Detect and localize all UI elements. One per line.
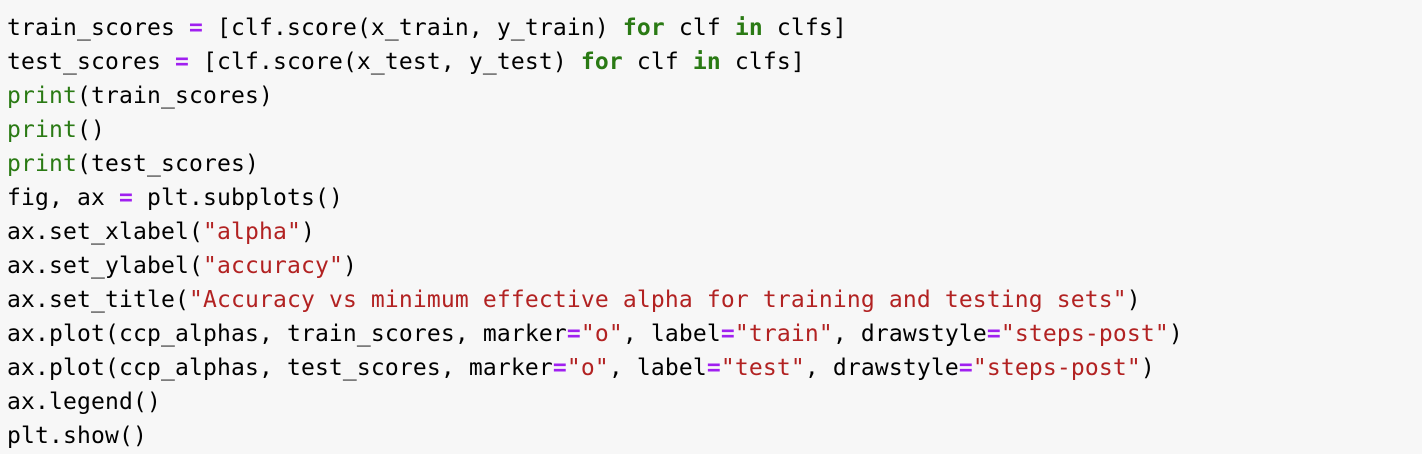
code-token: train_scores: [7, 15, 189, 41]
code-line: print(test_scores): [7, 147, 1422, 181]
code-token: plt.show(): [7, 423, 147, 449]
string-token: "steps-post": [972, 355, 1141, 381]
code-token: , label: [608, 355, 707, 381]
operator-token: =: [188, 15, 203, 41]
code-token: (train_scores): [77, 83, 273, 109]
code-cell[interactable]: train_scores = [clf.score(x_train, y_tra…: [0, 0, 1422, 454]
string-token: "o": [580, 321, 623, 347]
code-token: ): [300, 219, 315, 245]
code-token: [clf.score(x_train, y_train): [202, 15, 623, 41]
code-token: ax.legend(): [7, 389, 161, 415]
string-token: "accuracy": [202, 253, 343, 279]
code-line: plt.show(): [7, 419, 1422, 453]
code-token: ): [1168, 321, 1183, 347]
operator-token: =: [174, 49, 189, 75]
code-line: ax.plot(ccp_alphas, test_scores, marker=…: [7, 351, 1422, 385]
operator-token: =: [958, 355, 973, 381]
operator-token: =: [720, 321, 735, 347]
code-token: ax.set_xlabel(: [7, 219, 203, 245]
code-token: ): [342, 253, 357, 279]
code-token: , drawstyle: [832, 321, 987, 347]
code-token: , drawstyle: [804, 355, 959, 381]
code-token: ax.plot(ccp_alphas, test_scores, marker: [7, 355, 553, 381]
string-token: "Accuracy vs minimum effective alpha for…: [188, 287, 1127, 313]
code-line: train_scores = [clf.score(x_train, y_tra…: [7, 11, 1422, 45]
code-line: ax.plot(ccp_alphas, train_scores, marker…: [7, 317, 1422, 351]
keyword-token: in: [734, 15, 763, 41]
code-token: ): [1140, 355, 1155, 381]
code-line: ax.set_title("Accuracy vs minimum effect…: [7, 283, 1422, 317]
code-token: clfs]: [720, 49, 805, 75]
code-token: clf: [622, 49, 693, 75]
code-token: , label: [622, 321, 721, 347]
operator-token: =: [118, 185, 133, 211]
string-token: "train": [734, 321, 833, 347]
builtin-token: print: [7, 117, 77, 143]
code-line: ax.set_xlabel("alpha"): [7, 215, 1422, 249]
operator-token: =: [552, 355, 567, 381]
code-token: test_scores: [7, 49, 175, 75]
code-token: clf: [664, 15, 735, 41]
code-line: print(train_scores): [7, 79, 1422, 113]
code-token: plt.subplots(): [132, 185, 343, 211]
keyword-token: for: [580, 49, 623, 75]
string-token: "steps-post": [1000, 321, 1169, 347]
code-token: fig, ax: [7, 185, 119, 211]
code-line: ax.legend(): [7, 385, 1422, 419]
code-token: (): [77, 117, 105, 143]
code-line: ax.set_ylabel("accuracy"): [7, 249, 1422, 283]
code-line: print(): [7, 113, 1422, 147]
keyword-token: in: [692, 49, 721, 75]
code-token: ax.plot(ccp_alphas, train_scores, marker: [7, 321, 567, 347]
operator-token: =: [706, 355, 721, 381]
code-line: test_scores = [clf.score(x_test, y_test)…: [7, 45, 1422, 79]
code-line: fig, ax = plt.subplots(): [7, 181, 1422, 215]
keyword-token: for: [622, 15, 665, 41]
operator-token: =: [566, 321, 581, 347]
builtin-token: print: [7, 83, 77, 109]
code-token: (test_scores): [77, 151, 259, 177]
code-token: ax.set_ylabel(: [7, 253, 203, 279]
code-token: [clf.score(x_test, y_test): [188, 49, 581, 75]
string-token: "alpha": [202, 219, 301, 245]
string-token: "o": [566, 355, 609, 381]
code-token: clfs]: [762, 15, 847, 41]
string-token: "test": [720, 355, 805, 381]
code-token: ): [1126, 287, 1141, 313]
code-token: ax.set_title(: [7, 287, 189, 313]
builtin-token: print: [7, 151, 77, 177]
operator-token: =: [986, 321, 1001, 347]
